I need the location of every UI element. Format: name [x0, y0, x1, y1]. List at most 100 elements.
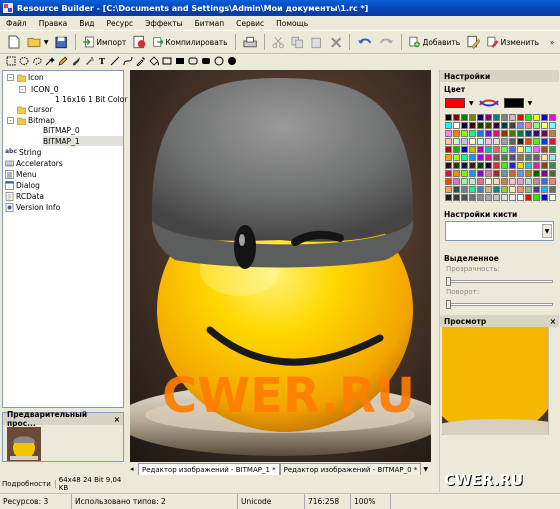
curve-tool[interactable] — [123, 56, 133, 66]
palette-color-swatch[interactable] — [509, 194, 516, 201]
palette-color-swatch[interactable] — [501, 122, 508, 129]
palette-color-swatch[interactable] — [453, 186, 460, 193]
palette-color-swatch[interactable] — [477, 122, 484, 129]
brush-select[interactable]: ▼ — [445, 221, 554, 241]
palette-color-swatch[interactable] — [509, 162, 516, 169]
palette-color-swatch[interactable] — [469, 122, 476, 129]
palette-color-swatch[interactable] — [525, 114, 532, 121]
palette-color-swatch[interactable] — [461, 178, 468, 185]
palette-color-swatch[interactable] — [493, 162, 500, 169]
tree-collapse-icon[interactable]: - — [7, 74, 14, 81]
palette-color-swatch[interactable] — [477, 170, 484, 177]
pencil-tool[interactable] — [58, 56, 68, 66]
palette-color-swatch[interactable] — [453, 154, 460, 161]
palette-color-swatch[interactable] — [517, 170, 524, 177]
palette-color-swatch[interactable] — [525, 162, 532, 169]
palette-color-swatch[interactable] — [509, 114, 516, 121]
palette-color-swatch[interactable] — [533, 122, 540, 129]
menu-edit[interactable]: Правка — [39, 19, 68, 28]
palette-color-swatch[interactable] — [469, 154, 476, 161]
cut-button[interactable] — [270, 33, 286, 51]
palette-color-swatch[interactable] — [549, 114, 556, 121]
palette-color-swatch[interactable] — [469, 146, 476, 153]
palette-color-swatch[interactable] — [445, 170, 452, 177]
tree-node-bitmap[interactable]: Bitmap — [17, 115, 55, 125]
palette-color-swatch[interactable] — [541, 178, 548, 185]
palette-color-swatch[interactable] — [485, 162, 492, 169]
tree-node-bitmap-1[interactable]: BITMAP_1 — [43, 136, 123, 146]
palette-color-swatch[interactable] — [525, 122, 532, 129]
palette-color-swatch[interactable] — [461, 194, 468, 201]
palette-color-swatch[interactable] — [477, 162, 484, 169]
palette-color-swatch[interactable] — [541, 186, 548, 193]
palette-color-swatch[interactable] — [549, 178, 556, 185]
tree-node-rcdata[interactable]: RCData — [5, 191, 44, 201]
palette-color-swatch[interactable] — [517, 186, 524, 193]
palette-color-swatch[interactable] — [517, 146, 524, 153]
add-button[interactable]: Добавить — [407, 33, 462, 51]
tab-bitmap-1[interactable]: Редактор изображений - BITMAP_1 * — [138, 463, 280, 475]
rectangle-tool[interactable] — [162, 56, 172, 66]
palette-color-swatch[interactable] — [501, 114, 508, 121]
tab-bitmap-0[interactable]: Редактор изображений - BITMAP_0 * — [279, 463, 422, 475]
palette-color-swatch[interactable] — [501, 170, 508, 177]
palette-color-swatch[interactable] — [509, 170, 516, 177]
palette-color-swatch[interactable] — [525, 186, 532, 193]
palette-color-swatch[interactable] — [517, 194, 524, 201]
tree-node-dialog[interactable]: Dialog — [5, 180, 40, 190]
palette-color-swatch[interactable] — [541, 114, 548, 121]
redo-button[interactable] — [377, 33, 396, 51]
menu-help[interactable]: Помощь — [276, 19, 308, 28]
image-canvas[interactable]: CWER.RU — [130, 70, 431, 462]
copy-button[interactable] — [289, 33, 305, 51]
palette-color-swatch[interactable] — [541, 162, 548, 169]
palette-color-swatch[interactable] — [485, 130, 492, 137]
palette-color-swatch[interactable] — [501, 130, 508, 137]
palette-color-swatch[interactable] — [541, 146, 548, 153]
tree-node-icon-format[interactable]: 1 16x16 1 Bit Color — [55, 94, 127, 104]
ellipse-tool[interactable] — [214, 56, 224, 66]
palette-color-swatch[interactable] — [509, 186, 516, 193]
ellipse-select-tool[interactable] — [19, 56, 29, 66]
menu-effects[interactable]: Эффекты — [145, 19, 183, 28]
swap-colors-icon[interactable] — [478, 97, 500, 109]
palette-color-swatch[interactable] — [469, 178, 476, 185]
palette-color-swatch[interactable] — [501, 162, 508, 169]
menu-resource[interactable]: Ресурс — [107, 19, 134, 28]
palette-color-swatch[interactable] — [549, 146, 556, 153]
palette-color-swatch[interactable] — [445, 114, 452, 121]
palette-color-swatch[interactable] — [485, 178, 492, 185]
palette-color-swatch[interactable] — [485, 154, 492, 161]
lasso-tool[interactable] — [32, 56, 42, 66]
palette-color-swatch[interactable] — [453, 170, 460, 177]
toolbar-chevron-button[interactable]: » — [544, 33, 560, 51]
delete-button[interactable] — [328, 33, 344, 51]
palette-color-swatch[interactable] — [525, 170, 532, 177]
palette-color-swatch[interactable] — [485, 194, 492, 201]
magic-wand-tool[interactable] — [45, 56, 55, 66]
palette-color-swatch[interactable] — [477, 138, 484, 145]
palette-color-swatch[interactable] — [533, 130, 540, 137]
palette-color-swatch[interactable] — [525, 154, 532, 161]
tree-node-cursor[interactable]: Cursor — [17, 104, 53, 114]
fill-tool[interactable] — [149, 56, 159, 66]
close-icon[interactable]: × — [114, 415, 120, 424]
tabs-chevron-down-icon[interactable]: ▼ — [423, 463, 428, 475]
rect-select-tool[interactable] — [6, 56, 16, 66]
palette-color-swatch[interactable] — [445, 154, 452, 161]
palette-color-swatch[interactable] — [469, 170, 476, 177]
palette-color-swatch[interactable] — [461, 162, 468, 169]
palette-color-swatch[interactable] — [541, 130, 548, 137]
palette-color-swatch[interactable] — [469, 186, 476, 193]
palette-color-swatch[interactable] — [469, 114, 476, 121]
palette-color-swatch[interactable] — [501, 186, 508, 193]
palette-color-swatch[interactable] — [469, 162, 476, 169]
tree-collapse-icon[interactable]: - — [19, 86, 26, 93]
filled-ellipse-tool[interactable] — [227, 56, 237, 66]
palette-color-swatch[interactable] — [533, 162, 540, 169]
palette-color-swatch[interactable] — [549, 194, 556, 201]
rounded-rectangle-tool[interactable] — [188, 56, 198, 66]
palette-color-swatch[interactable] — [541, 194, 548, 201]
preview-scrollbar[interactable] — [548, 327, 557, 435]
rotation-slider[interactable] — [446, 297, 553, 311]
